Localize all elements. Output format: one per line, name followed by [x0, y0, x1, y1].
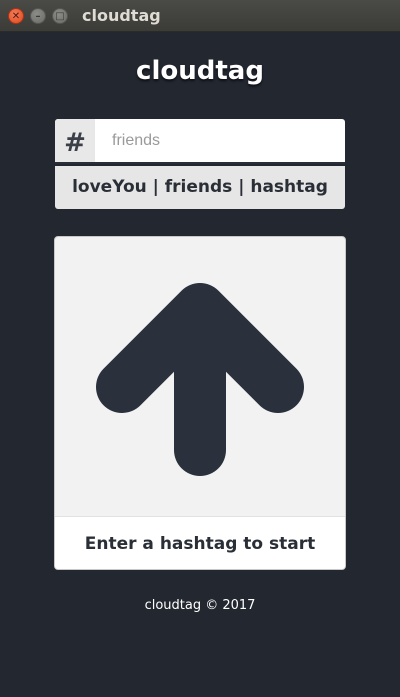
copyright-text: cloudtag © 2017	[144, 598, 256, 613]
hashtag-input[interactable]	[95, 119, 345, 162]
close-window-button[interactable]: ✕	[8, 8, 24, 24]
maximize-window-button[interactable]: □	[52, 8, 68, 24]
start-message: Enter a hashtag to start	[55, 516, 345, 569]
minimize-window-button[interactable]: –	[30, 8, 46, 24]
window-titlebar: ✕ – □ cloudtag	[0, 0, 400, 32]
hashtag-history: loveYou | friends | hashtag	[55, 166, 345, 209]
hashtag-search: #	[55, 119, 345, 164]
app-title: cloudtag	[136, 56, 264, 86]
hash-prefix-icon: #	[55, 119, 95, 162]
window-title: cloudtag	[82, 6, 161, 25]
arrow-up-icon	[55, 237, 345, 516]
start-card: Enter a hashtag to start	[54, 236, 346, 570]
